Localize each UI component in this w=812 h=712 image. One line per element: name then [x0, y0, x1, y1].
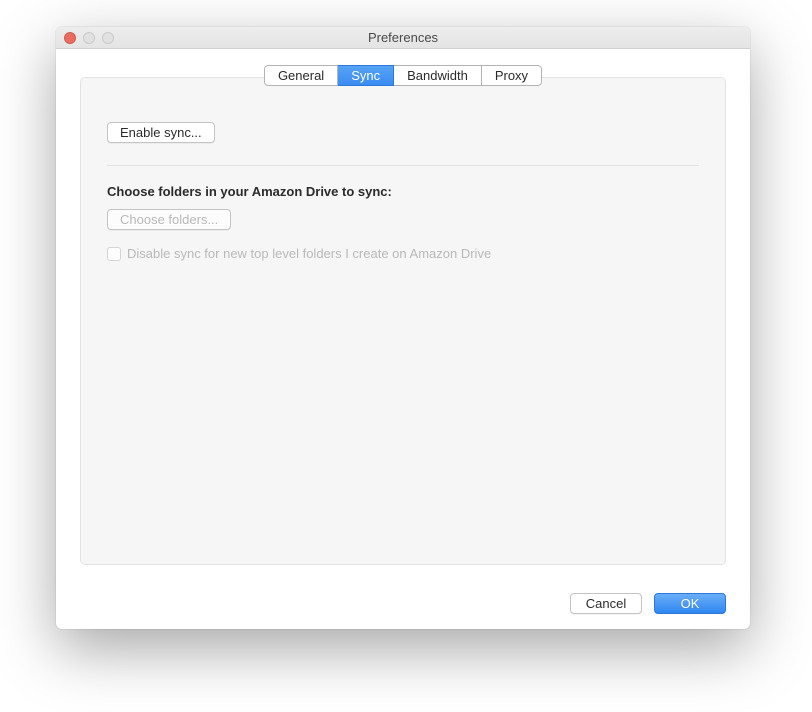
window-title: Preferences — [56, 30, 750, 45]
tab-sync[interactable]: Sync — [338, 65, 394, 86]
titlebar: Preferences — [56, 27, 750, 49]
disable-sync-checkbox[interactable] — [107, 247, 121, 261]
tabs-bar: General Sync Bandwidth Proxy — [80, 65, 726, 86]
close-icon[interactable] — [64, 32, 76, 44]
divider — [107, 165, 699, 166]
cancel-button[interactable]: Cancel — [570, 593, 642, 614]
tab-proxy[interactable]: Proxy — [482, 65, 542, 86]
tab-general[interactable]: General — [264, 65, 338, 86]
disable-sync-checkbox-row: Disable sync for new top level folders I… — [107, 246, 699, 261]
enable-sync-button[interactable]: Enable sync... — [107, 122, 215, 143]
footer-buttons: Cancel OK — [570, 593, 726, 614]
tab-bandwidth[interactable]: Bandwidth — [394, 65, 482, 86]
choose-folders-button[interactable]: Choose folders... — [107, 209, 231, 230]
content-area: General Sync Bandwidth Proxy Enable sync… — [56, 49, 750, 629]
disable-sync-checkbox-label: Disable sync for new top level folders I… — [127, 246, 491, 261]
minimize-icon — [83, 32, 95, 44]
segmented-tabs: General Sync Bandwidth Proxy — [264, 65, 542, 86]
traffic-lights — [64, 32, 114, 44]
zoom-icon — [102, 32, 114, 44]
sync-panel: Enable sync... Choose folders in your Am… — [80, 77, 726, 565]
choose-folders-heading: Choose folders in your Amazon Drive to s… — [107, 184, 699, 199]
ok-button[interactable]: OK — [654, 593, 726, 614]
preferences-window: Preferences General Sync Bandwidth Proxy… — [56, 27, 750, 629]
